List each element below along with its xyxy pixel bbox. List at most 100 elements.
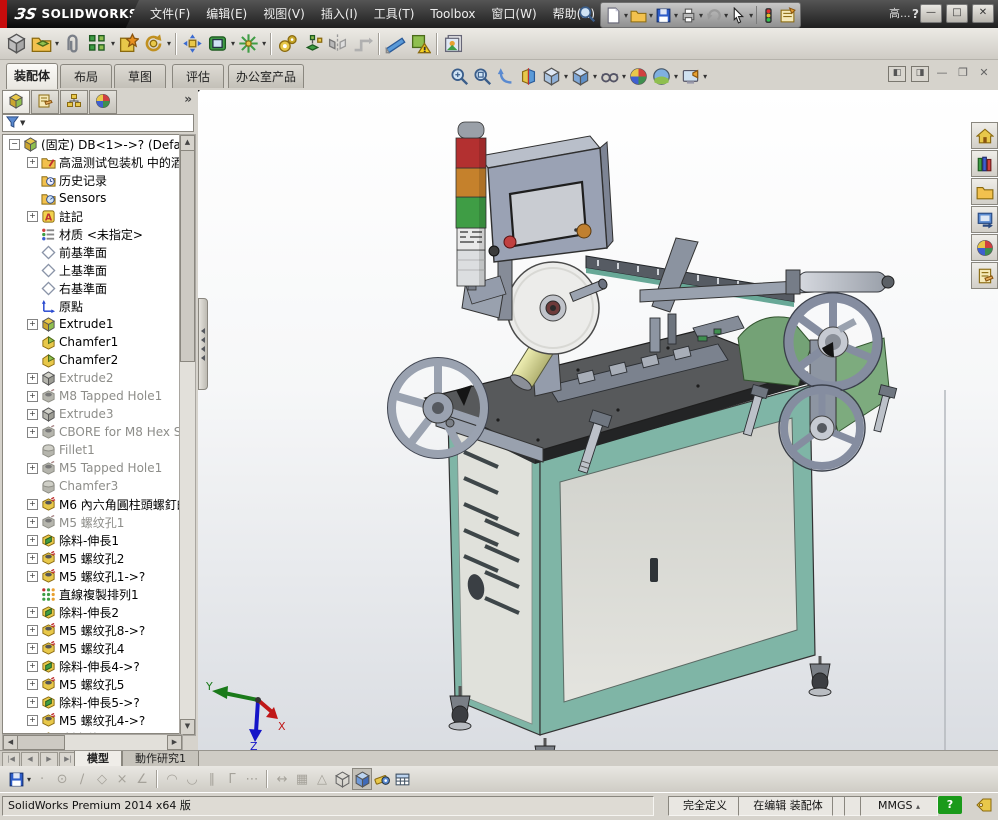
scroll-down-button[interactable]: ▼ bbox=[180, 719, 195, 735]
trim-entities-icon[interactable]: × bbox=[112, 768, 132, 790]
tree-expander-minus[interactable]: − bbox=[9, 139, 20, 150]
assembly-features-icon[interactable] bbox=[236, 30, 261, 58]
model-tab-1[interactable]: 動作研究1 bbox=[122, 751, 199, 767]
dropdown-caret-icon[interactable]: ▾ bbox=[724, 11, 728, 20]
simulation-icon[interactable] bbox=[408, 30, 433, 58]
tree-item[interactable]: +Extrude2 bbox=[3, 369, 195, 387]
new-document-icon[interactable] bbox=[604, 4, 623, 26]
tree-item[interactable]: +Extrude3 bbox=[3, 405, 195, 423]
truncated-toolbar-button[interactable]: 高... bbox=[886, 0, 914, 28]
tree-expander-plus[interactable]: + bbox=[27, 427, 38, 438]
next-tab-button[interactable]: ▶ bbox=[40, 752, 58, 767]
zoom-area-icon[interactable] bbox=[471, 67, 494, 86]
design-library-icon[interactable] bbox=[971, 150, 998, 177]
tree-expander-plus[interactable]: + bbox=[27, 643, 38, 654]
tab-办公室产品[interactable]: 办公室产品 bbox=[228, 64, 304, 88]
options-traffic-light-icon[interactable] bbox=[759, 4, 778, 26]
undo-icon[interactable] bbox=[704, 4, 723, 26]
doc-close-button[interactable]: ✕ bbox=[976, 67, 992, 81]
tree-filter-bar[interactable]: ▼ bbox=[2, 114, 194, 132]
view-settings-icon[interactable] bbox=[679, 67, 702, 86]
scroll-left-button[interactable]: ◀ bbox=[3, 735, 18, 750]
smart-dimension-icon[interactable]: ↔ bbox=[272, 768, 292, 790]
previous-view-icon[interactable] bbox=[494, 67, 517, 86]
tree-vertical-scrollbar[interactable]: ▲ ▼ bbox=[179, 134, 196, 736]
search-icon[interactable] bbox=[578, 5, 596, 23]
measure-icon[interactable] bbox=[372, 768, 392, 790]
display-style-icon[interactable] bbox=[569, 67, 592, 86]
exploded-view-icon[interactable] bbox=[300, 30, 325, 58]
dropdown-caret-icon[interactable]: ▾ bbox=[699, 11, 703, 20]
tree-item[interactable]: +Extrude1 bbox=[3, 315, 195, 333]
machine-model[interactable]: Y Z X bbox=[198, 90, 998, 750]
sketch-line-icon[interactable]: ∕ bbox=[72, 768, 92, 790]
parallel-icon[interactable]: ∥ bbox=[202, 768, 222, 790]
tree-expander-plus[interactable]: + bbox=[27, 715, 38, 726]
tree-item[interactable]: 直線複製排列1 bbox=[3, 585, 195, 603]
tree-item[interactable]: +M8 Tapped Hole1 bbox=[3, 387, 195, 405]
dropdown-caret-icon[interactable]: ▾ bbox=[593, 72, 597, 81]
vertical-scroll-thumb[interactable] bbox=[180, 150, 195, 362]
propertymanager-tab[interactable] bbox=[31, 90, 59, 114]
tree-item[interactable]: Chamfer3 bbox=[3, 477, 195, 495]
tree-expander-plus[interactable]: + bbox=[27, 157, 38, 168]
maximize-button[interactable]: □ bbox=[946, 4, 968, 23]
mirror-components-icon[interactable] bbox=[325, 30, 350, 58]
view-orientation-icon[interactable] bbox=[540, 67, 563, 86]
menu-6[interactable]: 窗口(W) bbox=[483, 0, 544, 28]
dropdown-caret-icon[interactable]: ▾ bbox=[703, 72, 707, 81]
open-part-icon[interactable] bbox=[29, 30, 54, 58]
file-properties-icon[interactable] bbox=[778, 4, 797, 26]
dropdown-caret-icon[interactable]: ▾ bbox=[564, 72, 568, 81]
tree-item[interactable]: Sensors bbox=[3, 189, 195, 207]
units-selector[interactable]: MMGS ▴ bbox=[860, 796, 938, 816]
dropdown-caret-icon[interactable]: ▾ bbox=[262, 39, 266, 48]
menu-3[interactable]: 插入(I) bbox=[313, 0, 366, 28]
design-table-icon[interactable] bbox=[392, 768, 412, 790]
tree-item[interactable]: Chamfer1 bbox=[3, 333, 195, 351]
tree-item[interactable]: Chamfer2 bbox=[3, 351, 195, 369]
menu-4[interactable]: 工具(T) bbox=[366, 0, 423, 28]
horizontal-scroll-thumb[interactable] bbox=[17, 735, 65, 750]
motion-gears-icon[interactable] bbox=[275, 30, 300, 58]
select-cursor-icon[interactable] bbox=[729, 4, 748, 26]
tree-item[interactable]: +M5 螺纹孔2 bbox=[3, 549, 195, 567]
sketch-point-icon[interactable]: · bbox=[32, 768, 52, 790]
save-icon[interactable] bbox=[654, 4, 673, 26]
tree-expander-plus[interactable]: + bbox=[27, 391, 38, 402]
tab-评估[interactable]: 评估 bbox=[172, 64, 224, 88]
tree-expander-plus[interactable]: + bbox=[27, 661, 38, 672]
menu-2[interactable]: 视图(V) bbox=[255, 0, 313, 28]
tree-item[interactable]: +A註記 bbox=[3, 207, 195, 225]
tree-expander-plus[interactable]: + bbox=[27, 373, 38, 384]
sketch-polygon-icon[interactable]: ◇ bbox=[92, 768, 112, 790]
explode-line-sketch-icon[interactable] bbox=[350, 30, 375, 58]
prev-tab-button[interactable]: ◀ bbox=[21, 752, 39, 767]
tree-item[interactable]: +M5 螺纹孔1->? bbox=[3, 567, 195, 585]
tab-草图[interactable]: 草图 bbox=[114, 64, 166, 88]
sketch-circle-icon[interactable]: ⊙ bbox=[52, 768, 72, 790]
custom-properties-icon[interactable] bbox=[971, 262, 998, 289]
tree-expander-plus[interactable]: + bbox=[27, 409, 38, 420]
tab-装配体[interactable]: 装配体 bbox=[6, 63, 58, 89]
dropdown-caret-icon[interactable]: ▾ bbox=[674, 72, 678, 81]
dropdown-caret-icon[interactable]: ▾ bbox=[111, 39, 115, 48]
print-icon[interactable] bbox=[679, 4, 698, 26]
units-caret-icon[interactable]: ▴ bbox=[916, 802, 920, 811]
doc-minimize-button[interactable]: — bbox=[934, 67, 950, 81]
smart-fasteners-icon[interactable] bbox=[116, 30, 141, 58]
tree-item[interactable]: +CBORE for M8 Hex Soc bbox=[3, 423, 195, 441]
angle-snap-icon[interactable]: △ bbox=[312, 768, 332, 790]
tree-item[interactable]: +M5 螺纹孔5 bbox=[3, 675, 195, 693]
interference-detection-icon[interactable] bbox=[383, 30, 408, 58]
tree-expander-plus[interactable]: + bbox=[27, 679, 38, 690]
tree-item[interactable]: 材质 <未指定> bbox=[3, 225, 195, 243]
pane-left-button[interactable]: ◧ bbox=[888, 66, 906, 82]
panel-splitter-handle[interactable] bbox=[198, 298, 208, 390]
dropdown-caret-icon[interactable]: ▾ bbox=[674, 11, 678, 20]
filter-funnel-icon[interactable] bbox=[6, 115, 19, 131]
tree-item[interactable]: 历史记录 bbox=[3, 171, 195, 189]
view-palette-icon[interactable] bbox=[971, 206, 998, 233]
insert-components-icon[interactable] bbox=[4, 30, 29, 58]
scroll-right-button[interactable]: ▶ bbox=[167, 735, 182, 750]
